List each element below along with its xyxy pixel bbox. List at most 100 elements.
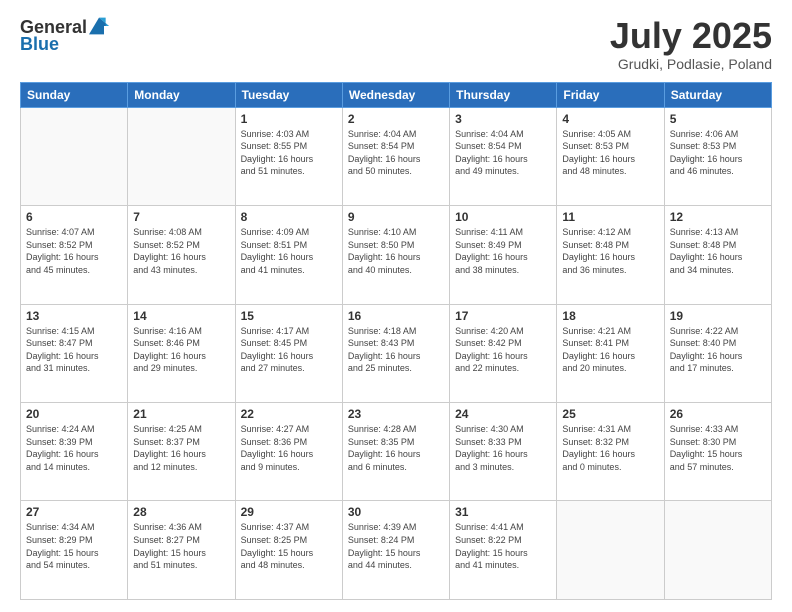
day-info: Sunrise: 4:31 AM Sunset: 8:32 PM Dayligh…: [562, 423, 658, 473]
calendar-cell: 22 Sunrise: 4:27 AM Sunset: 8:36 PM Dayli…: [235, 403, 342, 501]
day-info: Sunrise: 4:36 AM Sunset: 8:27 PM Dayligh…: [133, 521, 229, 571]
day-info: Sunrise: 4:13 AM Sunset: 8:48 PM Dayligh…: [670, 226, 766, 276]
calendar-cell: 12 Sunrise: 4:13 AM Sunset: 8:48 PM Dayli…: [664, 206, 771, 304]
calendar-cell: 13 Sunrise: 4:15 AM Sunset: 8:47 PM Dayli…: [21, 304, 128, 402]
col-monday: Monday: [128, 82, 235, 107]
day-number: 14: [133, 309, 229, 323]
day-info: Sunrise: 4:08 AM Sunset: 8:52 PM Dayligh…: [133, 226, 229, 276]
day-number: 10: [455, 210, 551, 224]
day-number: 22: [241, 407, 337, 421]
day-number: 6: [26, 210, 122, 224]
day-number: 7: [133, 210, 229, 224]
day-info: Sunrise: 4:16 AM Sunset: 8:46 PM Dayligh…: [133, 325, 229, 375]
calendar-cell: 9 Sunrise: 4:10 AM Sunset: 8:50 PM Daylig…: [342, 206, 449, 304]
day-info: Sunrise: 4:11 AM Sunset: 8:49 PM Dayligh…: [455, 226, 551, 276]
calendar-cell: 19Sunrise: 4:22 AM Sunset: 8:40 PM Dayli…: [664, 304, 771, 402]
col-friday: Friday: [557, 82, 664, 107]
day-info: Sunrise: 4:09 AM Sunset: 8:51 PM Dayligh…: [241, 226, 337, 276]
calendar-cell: 15 Sunrise: 4:17 AM Sunset: 8:45 PM Dayli…: [235, 304, 342, 402]
day-number: 4: [562, 112, 658, 126]
day-number: 18: [562, 309, 658, 323]
day-number: 31: [455, 505, 551, 519]
day-info: Sunrise: 4:06 AM Sunset: 8:53 PM Dayligh…: [670, 128, 766, 178]
calendar-cell: 11Sunrise: 4:12 AM Sunset: 8:48 PM Dayli…: [557, 206, 664, 304]
day-info: Sunrise: 4:41 AM Sunset: 8:22 PM Dayligh…: [455, 521, 551, 571]
calendar-cell: 2 Sunrise: 4:04 AM Sunset: 8:54 PM Daylig…: [342, 107, 449, 205]
title-section: July 2025 Grudki, Podlasie, Poland: [610, 16, 772, 72]
calendar-cell: [557, 501, 664, 600]
header: General Blue July 2025 Grudki, Podlasie,…: [20, 16, 772, 72]
week-row-3: 20 Sunrise: 4:24 AM Sunset: 8:39 PM Dayli…: [21, 403, 772, 501]
week-row-2: 13 Sunrise: 4:15 AM Sunset: 8:47 PM Dayli…: [21, 304, 772, 402]
calendar-cell: 21 Sunrise: 4:25 AM Sunset: 8:37 PM Dayli…: [128, 403, 235, 501]
calendar-cell: 30 Sunrise: 4:39 AM Sunset: 8:24 PM Dayli…: [342, 501, 449, 600]
day-number: 16: [348, 309, 444, 323]
day-number: 20: [26, 407, 122, 421]
day-info: Sunrise: 4:18 AM Sunset: 8:43 PM Dayligh…: [348, 325, 444, 375]
col-tuesday: Tuesday: [235, 82, 342, 107]
logo: General Blue: [20, 16, 109, 55]
day-number: 9: [348, 210, 444, 224]
week-row-4: 27Sunrise: 4:34 AM Sunset: 8:29 PM Dayli…: [21, 501, 772, 600]
col-thursday: Thursday: [450, 82, 557, 107]
calendar-table: Sunday Monday Tuesday Wednesday Thursday…: [20, 82, 772, 600]
day-number: 24: [455, 407, 551, 421]
calendar-cell: 20 Sunrise: 4:24 AM Sunset: 8:39 PM Dayli…: [21, 403, 128, 501]
day-number: 26: [670, 407, 766, 421]
day-number: 30: [348, 505, 444, 519]
day-number: 5: [670, 112, 766, 126]
day-number: 2: [348, 112, 444, 126]
day-info: Sunrise: 4:27 AM Sunset: 8:36 PM Dayligh…: [241, 423, 337, 473]
day-info: Sunrise: 4:21 AM Sunset: 8:41 PM Dayligh…: [562, 325, 658, 375]
calendar-cell: 8 Sunrise: 4:09 AM Sunset: 8:51 PM Daylig…: [235, 206, 342, 304]
calendar-cell: 24Sunrise: 4:30 AM Sunset: 8:33 PM Dayli…: [450, 403, 557, 501]
day-number: 11: [562, 210, 658, 224]
calendar-cell: 7 Sunrise: 4:08 AM Sunset: 8:52 PM Daylig…: [128, 206, 235, 304]
calendar-cell: 5 Sunrise: 4:06 AM Sunset: 8:53 PM Daylig…: [664, 107, 771, 205]
week-row-1: 6Sunrise: 4:07 AM Sunset: 8:52 PM Daylig…: [21, 206, 772, 304]
day-number: 1: [241, 112, 337, 126]
calendar-cell: 18 Sunrise: 4:21 AM Sunset: 8:41 PM Dayli…: [557, 304, 664, 402]
page: General Blue July 2025 Grudki, Podlasie,…: [0, 0, 792, 612]
calendar-cell: 28 Sunrise: 4:36 AM Sunset: 8:27 PM Dayli…: [128, 501, 235, 600]
day-info: Sunrise: 4:15 AM Sunset: 8:47 PM Dayligh…: [26, 325, 122, 375]
col-wednesday: Wednesday: [342, 82, 449, 107]
day-number: 25: [562, 407, 658, 421]
day-info: Sunrise: 4:28 AM Sunset: 8:35 PM Dayligh…: [348, 423, 444, 473]
day-info: Sunrise: 4:17 AM Sunset: 8:45 PM Dayligh…: [241, 325, 337, 375]
calendar-cell: 1 Sunrise: 4:03 AM Sunset: 8:55 PM Daylig…: [235, 107, 342, 205]
day-info: Sunrise: 4:25 AM Sunset: 8:37 PM Dayligh…: [133, 423, 229, 473]
day-number: 28: [133, 505, 229, 519]
day-number: 15: [241, 309, 337, 323]
day-number: 3: [455, 112, 551, 126]
calendar-cell: 10 Sunrise: 4:11 AM Sunset: 8:49 PM Dayli…: [450, 206, 557, 304]
calendar-cell: 17Sunrise: 4:20 AM Sunset: 8:42 PM Dayli…: [450, 304, 557, 402]
day-info: Sunrise: 4:05 AM Sunset: 8:53 PM Dayligh…: [562, 128, 658, 178]
day-number: 23: [348, 407, 444, 421]
location: Grudki, Podlasie, Poland: [610, 56, 772, 72]
calendar-cell: 27Sunrise: 4:34 AM Sunset: 8:29 PM Dayli…: [21, 501, 128, 600]
week-row-0: 1 Sunrise: 4:03 AM Sunset: 8:55 PM Daylig…: [21, 107, 772, 205]
day-number: 21: [133, 407, 229, 421]
day-info: Sunrise: 4:24 AM Sunset: 8:39 PM Dayligh…: [26, 423, 122, 473]
day-info: Sunrise: 4:37 AM Sunset: 8:25 PM Dayligh…: [241, 521, 337, 571]
day-number: 12: [670, 210, 766, 224]
calendar-cell: [128, 107, 235, 205]
day-info: Sunrise: 4:39 AM Sunset: 8:24 PM Dayligh…: [348, 521, 444, 571]
day-info: Sunrise: 4:04 AM Sunset: 8:54 PM Dayligh…: [348, 128, 444, 178]
calendar-cell: 3Sunrise: 4:04 AM Sunset: 8:54 PM Daylig…: [450, 107, 557, 205]
day-info: Sunrise: 4:33 AM Sunset: 8:30 PM Dayligh…: [670, 423, 766, 473]
day-number: 13: [26, 309, 122, 323]
calendar-cell: 6Sunrise: 4:07 AM Sunset: 8:52 PM Daylig…: [21, 206, 128, 304]
calendar-cell: 16 Sunrise: 4:18 AM Sunset: 8:43 PM Dayli…: [342, 304, 449, 402]
header-row: Sunday Monday Tuesday Wednesday Thursday…: [21, 82, 772, 107]
calendar-cell: 26 Sunrise: 4:33 AM Sunset: 8:30 PM Dayli…: [664, 403, 771, 501]
col-saturday: Saturday: [664, 82, 771, 107]
day-number: 8: [241, 210, 337, 224]
calendar-cell: [664, 501, 771, 600]
calendar-cell: 4 Sunrise: 4:05 AM Sunset: 8:53 PM Daylig…: [557, 107, 664, 205]
day-number: 29: [241, 505, 337, 519]
day-number: 19: [670, 309, 766, 323]
day-info: Sunrise: 4:03 AM Sunset: 8:55 PM Dayligh…: [241, 128, 337, 178]
day-info: Sunrise: 4:10 AM Sunset: 8:50 PM Dayligh…: [348, 226, 444, 276]
